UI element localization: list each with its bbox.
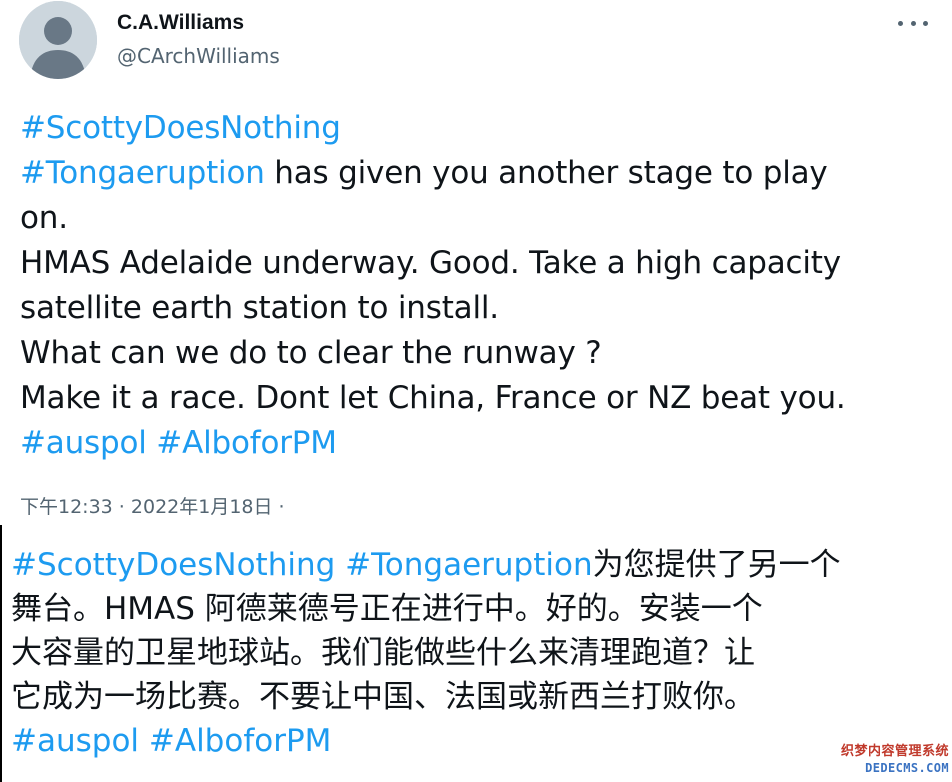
hashtag-link[interactable]: #ScottyDoesNothing: [20, 110, 341, 146]
translation-line: 大容量的卫星地球站。我们能做些什么来清理跑道？让: [11, 631, 946, 675]
text-segment: has given you another stage to play: [264, 155, 828, 191]
tweet-line: Make it a race. Dont let China, France o…: [20, 376, 925, 421]
tweet-card: C.A.Williams @CArchWilliams #ScottyDoesN…: [0, 0, 952, 525]
tweet-text: #ScottyDoesNothing #Tongaeruption has gi…: [20, 106, 925, 466]
default-avatar-icon: [19, 1, 97, 79]
hashtag-link[interactable]: #auspol: [20, 425, 147, 461]
hashtag-link[interactable]: #Tongaeruption: [20, 155, 265, 191]
timestamp-time[interactable]: 下午12:33: [20, 496, 113, 518]
hashtag-link[interactable]: #Tongaeruption: [345, 547, 592, 583]
watermark-cn-text: 织梦内容管理系统: [840, 744, 949, 759]
text-segment: satellite earth station to install.: [20, 290, 499, 326]
translation-text: #ScottyDoesNothing #Tongaeruption为您提供了另一…: [11, 543, 946, 763]
text-segment: What can we do to clear the runway ?: [20, 335, 602, 371]
timestamp-trailing-separator: ·: [272, 496, 285, 518]
text-segment: on.: [20, 200, 68, 236]
tweet-line: on.: [20, 196, 925, 241]
translation-panel: #ScottyDoesNothing #Tongaeruption为您提供了另一…: [0, 525, 952, 782]
watermark-logo: 织梦内容管理系统 DEDECMS.COM: [838, 744, 949, 778]
text-segment: 它成为一场比赛。不要让中国、法国或新西兰打败你。: [11, 679, 755, 715]
tweet-line: HMAS Adelaide underway. Good. Take a hig…: [20, 241, 925, 286]
watermark-en-text: DEDECMS.COM: [865, 761, 949, 775]
author-name[interactable]: C.A.Williams: [117, 11, 244, 35]
translation-line: 舞台。HMAS 阿德莱德号正在进行中。好的。安装一个: [11, 587, 946, 631]
translation-line: #auspol #AlboforPM: [11, 719, 946, 763]
text-segment: [147, 425, 157, 461]
hashtag-link[interactable]: #AlboforPM: [149, 723, 332, 759]
text-segment: Make it a race. Dont let China, France o…: [20, 380, 846, 416]
hashtag-link[interactable]: #ScottyDoesNothing: [11, 547, 335, 583]
tweet-line: #ScottyDoesNothing: [20, 106, 925, 151]
text-segment: 舞台。HMAS 阿德莱德号正在进行中。好的。安装一个: [11, 591, 763, 627]
text-segment: 为您提供了另一个: [592, 547, 841, 583]
translation-line: #ScottyDoesNothing #Tongaeruption为您提供了另一…: [11, 543, 946, 587]
text-segment: [139, 723, 149, 759]
text-segment: [335, 547, 345, 583]
author-handle[interactable]: @CArchWilliams: [117, 44, 280, 68]
timestamp-separator: ·: [112, 496, 131, 518]
tweet-line: What can we do to clear the runway ?: [20, 331, 925, 376]
text-segment: HMAS Adelaide underway. Good. Take a hig…: [20, 245, 841, 281]
timestamp-date[interactable]: 2022年1月18日: [131, 496, 273, 518]
translation-line: 它成为一场比赛。不要让中国、法国或新西兰打败你。: [11, 675, 946, 719]
hashtag-link[interactable]: #AlboforPM: [156, 425, 337, 461]
tweet-line: #Tongaeruption has given you another sta…: [20, 151, 925, 196]
hashtag-link[interactable]: #auspol: [11, 723, 139, 759]
more-horizontal-icon[interactable]: [898, 13, 928, 33]
tweet-line: #auspol #AlboforPM: [20, 421, 925, 466]
tweet-line: satellite earth station to install.: [20, 286, 925, 331]
author-avatar[interactable]: [19, 1, 97, 79]
tweet-timestamp: 下午12:33 · 2022年1月18日 ·: [20, 492, 285, 519]
text-segment: 大容量的卫星地球站。我们能做些什么来清理跑道？让: [11, 635, 755, 671]
